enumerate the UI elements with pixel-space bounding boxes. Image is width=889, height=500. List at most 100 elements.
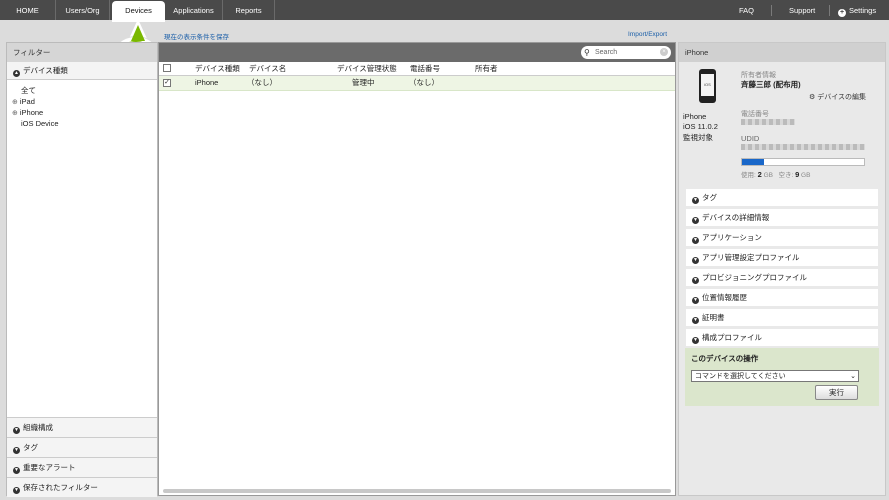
cell-device-name: （なし）: [247, 78, 277, 87]
save-view-link[interactable]: 現在の表示条件を保存: [164, 31, 229, 41]
col-management-state[interactable]: デバイス管理状態: [337, 62, 397, 76]
expand-icon: ⊕: [12, 110, 18, 117]
section-label: タグ: [702, 193, 717, 202]
section-label: 構成プロファイル: [702, 333, 762, 342]
section-applications[interactable]: ▼ アプリケーション: [686, 229, 878, 246]
section-label: デバイスの詳細情報: [702, 213, 770, 222]
section-config-profiles[interactable]: ▼ 構成プロファイル: [686, 329, 878, 346]
clear-icon[interactable]: ×: [660, 48, 668, 56]
detail-title: iPhone: [679, 43, 885, 62]
filter-item-iphone[interactable]: ⊕ iPhone: [7, 107, 157, 118]
cell-device-type: iPhone: [195, 78, 219, 87]
filter-item-label: iPad: [19, 97, 35, 106]
free-unit: GB: [801, 172, 811, 179]
filter-item-ipad[interactable]: ⊕ iPad: [7, 96, 157, 107]
section-label: 位置情報履歴: [702, 293, 747, 302]
device-model: iPhone: [683, 112, 707, 121]
run-button[interactable]: 実行: [815, 385, 858, 400]
import-export-link[interactable]: Import/Export: [628, 31, 667, 38]
col-device-type[interactable]: デバイス種類: [195, 62, 240, 76]
chevron-down-icon: ▼: [13, 427, 20, 434]
tab-home[interactable]: HOME: [0, 0, 56, 20]
cell-phone-number: （なし）: [409, 78, 439, 87]
redacted-udid: [741, 144, 865, 150]
edit-device-label: デバイスの編集: [817, 94, 867, 101]
chevron-down-icon: ▼: [692, 297, 699, 304]
free-label: 空き:: [778, 172, 794, 179]
chevron-down-icon: ▼: [692, 277, 699, 284]
select-all-checkbox[interactable]: [163, 64, 171, 72]
expand-icon: ⊕: [12, 99, 18, 106]
used-unit: GB: [763, 172, 774, 179]
search-input[interactable]: ⚲ Search ×: [581, 46, 671, 59]
row-checkbox[interactable]: ✓: [163, 79, 171, 87]
tab-reports[interactable]: Reports: [223, 0, 275, 20]
device-type-section[interactable]: ▲ デバイス種類: [7, 62, 157, 80]
chevron-down-icon: ▼: [692, 317, 699, 324]
filter-item-all[interactable]: 全て: [7, 85, 157, 96]
chevron-down-icon: ▼: [13, 447, 20, 454]
section-label: 重要なアラート: [23, 463, 76, 472]
top-nav: HOME Users/Org Devices Applications Repo…: [0, 0, 889, 22]
alert-filter-section[interactable]: ▼ 重要なアラート: [7, 457, 157, 477]
chevron-down-icon: ▼: [692, 337, 699, 344]
free-value: 9: [795, 170, 800, 179]
org-filter-section[interactable]: ▼ 組織構成: [7, 417, 157, 437]
cell-management-state: 管理中: [352, 78, 375, 87]
chevron-down-icon: ▼: [692, 237, 699, 244]
operations-title: このデバイスの操作: [691, 354, 759, 363]
used-value: 2: [757, 170, 762, 179]
command-select[interactable]: コマンドを選択してください ⌄: [691, 370, 859, 382]
table-header: デバイス種類 デバイス名 デバイス管理状態 電話番号 所有者: [159, 62, 675, 76]
section-device-details[interactable]: ▼ デバイスの詳細情報: [686, 209, 878, 226]
col-owner[interactable]: 所有者: [475, 62, 498, 76]
saved-filter-section[interactable]: ▼ 保存されたフィルター: [7, 477, 157, 497]
phone-number-label: 電話番号: [741, 111, 769, 118]
section-app-config-profiles[interactable]: ▼ アプリ管理設定プロファイル: [686, 249, 878, 266]
chevron-down-icon: ▼: [13, 487, 20, 494]
search-icon: ⚲: [584, 48, 590, 57]
section-label: 保存されたフィルター: [23, 483, 98, 492]
iphone-icon: iOS: [699, 69, 716, 103]
section-certificates[interactable]: ▼ 証明書: [686, 309, 878, 326]
chevron-down-icon: ⌄: [850, 373, 856, 380]
support-link[interactable]: Support: [789, 0, 815, 20]
device-os: iOS 11.0.2: [683, 122, 718, 131]
col-device-name[interactable]: デバイス名: [249, 62, 286, 76]
nav-divider: [829, 5, 830, 16]
faq-link[interactable]: FAQ: [739, 0, 754, 20]
settings-link[interactable]: + Settings: [838, 0, 876, 20]
settings-label: Settings: [849, 6, 877, 15]
plus-circle-icon: +: [838, 9, 846, 17]
table-row[interactable]: ✓ iPhone （なし） 管理中 （なし）: [159, 76, 675, 91]
device-table-panel: ⚲ Search × デバイス種類 デバイス名 デバイス管理状態 電話番号 所有…: [158, 42, 676, 496]
edit-device-link[interactable]: ⚙ デバイスの編集: [809, 92, 866, 102]
section-location-history[interactable]: ▼ 位置情報履歴: [686, 289, 878, 306]
owner-name: 斉藤三郎 (配布用): [741, 80, 801, 89]
filter-item-ios-device[interactable]: iOS Device: [7, 118, 157, 129]
col-phone-number[interactable]: 電話番号: [410, 62, 440, 76]
storage-progress-bar: [741, 158, 865, 166]
command-select-value: コマンドを選択してください: [695, 373, 786, 380]
section-provisioning-profiles[interactable]: ▼ プロビジョニングプロファイル: [686, 269, 878, 286]
storage-progress-fill: [742, 159, 764, 165]
device-detail-panel: iPhone iOS iPhone iOS 11.0.2 監視対象 所有者情報 …: [678, 42, 886, 496]
device-type-label: デバイス種類: [23, 66, 68, 75]
table-toolbar: ⚲ Search ×: [159, 43, 675, 62]
tab-applications[interactable]: Applications: [165, 0, 223, 20]
section-label: 組織構成: [23, 423, 53, 432]
chevron-up-icon: ▲: [13, 70, 20, 77]
nav-divider: [771, 5, 772, 16]
supervised-label: 監視対象: [683, 133, 713, 142]
phone-screen-label: iOS: [701, 74, 714, 96]
udid-label: UDID: [741, 134, 760, 143]
chevron-down-icon: ▼: [692, 217, 699, 224]
horizontal-scrollbar[interactable]: [163, 489, 671, 493]
tab-users-org[interactable]: Users/Org: [56, 0, 110, 20]
section-tags[interactable]: ▼ タグ: [686, 189, 878, 206]
tag-filter-section[interactable]: ▼ タグ: [7, 437, 157, 457]
chevron-down-icon: ▼: [692, 197, 699, 204]
section-label: アプリ管理設定プロファイル: [702, 253, 800, 262]
search-placeholder: Search: [595, 49, 618, 56]
used-label: 使用:: [741, 172, 756, 179]
